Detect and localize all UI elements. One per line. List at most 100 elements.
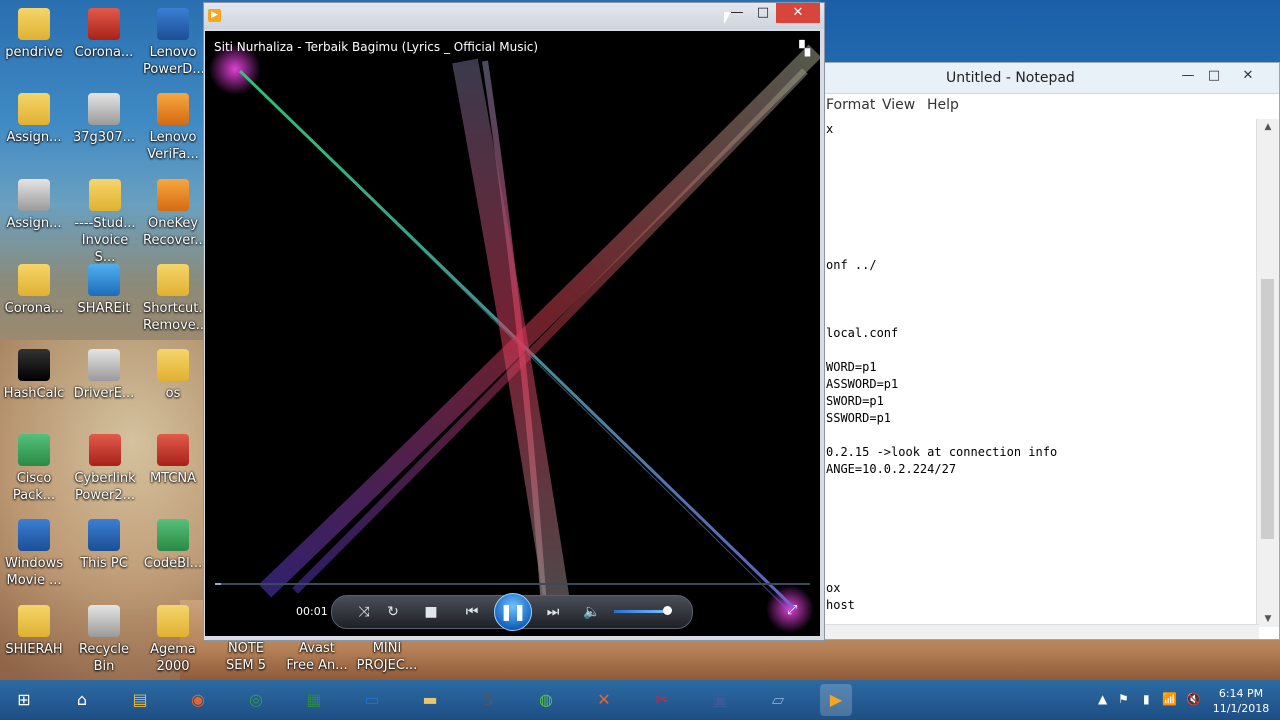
- scroll-down-icon[interactable]: ▼: [1257, 614, 1279, 624]
- desktop-icon-hashcalc[interactable]: HashCalc: [2, 349, 66, 402]
- media-player-icon[interactable]: ▶: [820, 684, 852, 716]
- desktop-icon-student-invoice[interactable]: ----Stud... Invoice S...: [72, 179, 138, 266]
- desktop-icon-agema[interactable]: Agema 2000: [143, 605, 203, 675]
- desktop-icon-windows-movie[interactable]: Windows Movie ...: [2, 519, 66, 589]
- pause-button[interactable]: ❚❚: [494, 593, 532, 631]
- menu-help[interactable]: Help: [927, 97, 959, 113]
- editor-line: ASSWORD=p1: [826, 377, 899, 391]
- editor-line: host: [826, 598, 855, 612]
- desktop-icon-corona-2[interactable]: Corona...: [2, 264, 66, 317]
- notepad-maximize-button[interactable]: □: [1201, 65, 1227, 87]
- editor-line: onf ../: [826, 258, 877, 272]
- desktop-icon-pendrive[interactable]: pendrive: [2, 8, 66, 61]
- seek-bar[interactable]: [215, 583, 810, 585]
- file-explorer-icon[interactable]: ▤: [124, 684, 156, 716]
- notepad-titlebar[interactable]: Untitled - Notepad — □ ✕: [821, 63, 1279, 94]
- notepad-title: Untitled - Notepad: [946, 70, 1075, 86]
- lenovo-power-icon: [157, 8, 189, 40]
- folder-icon: [157, 264, 189, 296]
- show-hidden-icons[interactable]: ▲: [1098, 692, 1107, 706]
- notepad-window[interactable]: Untitled - Notepad — □ ✕ Format View Hel…: [820, 62, 1280, 640]
- chrome-icon[interactable]: ◎: [240, 684, 272, 716]
- clock-date: 11/1/2018: [1212, 702, 1270, 715]
- volume-knob[interactable]: [663, 606, 672, 615]
- notepad-icon[interactable]: ▱: [762, 684, 794, 716]
- desktop-icon-drivere[interactable]: DriverE...: [72, 349, 136, 402]
- mute-icon[interactable]: 🔈: [580, 602, 604, 622]
- desktop-icon-shierah[interactable]: SHIERAH: [2, 605, 66, 658]
- desktop-icon-recycle-bin[interactable]: Recycle Bin: [72, 605, 136, 675]
- visualization-screen[interactable]: Siti Nurhaliza - Terbaik Bagimu (Lyrics …: [205, 31, 820, 636]
- xampp-icon[interactable]: ✕: [588, 684, 620, 716]
- movie-icon: [18, 519, 50, 551]
- desktop-icon-lenovo-powerd[interactable]: Lenovo PowerD...: [143, 8, 205, 78]
- snipping-icon[interactable]: ✂: [646, 684, 678, 716]
- shortcut-icon: [88, 93, 120, 125]
- battery-icon[interactable]: ▮: [1143, 692, 1150, 706]
- taskbar-clock[interactable]: 6:14 PM 11/1/2018: [1212, 686, 1270, 716]
- desktop-icon-shareit[interactable]: SHAREit: [72, 264, 136, 317]
- switch-view-icon[interactable]: ▚: [799, 41, 810, 57]
- menu-view[interactable]: View: [882, 97, 915, 113]
- desktop-icon-os[interactable]: os: [143, 349, 203, 402]
- notepad-menubar: Format View Help: [821, 94, 1279, 118]
- desktop-icon-assign-1[interactable]: Assign...: [2, 93, 66, 146]
- desktop-icon-mtcna[interactable]: MTCNA: [143, 434, 203, 487]
- desktop-icon-this-pc[interactable]: This PC: [72, 519, 136, 572]
- player-maximize-button[interactable]: □: [750, 3, 776, 23]
- scroll-up-icon[interactable]: ▲: [1257, 122, 1279, 132]
- menu-format[interactable]: Format: [826, 97, 875, 113]
- notepad-editor[interactable]: x onf ../ local.conf WORD=p1 ASSWORD=p1 SWORD…: [821, 119, 1257, 627]
- stop-icon[interactable]: ■: [419, 602, 443, 622]
- this-pc-icon: [88, 519, 120, 551]
- shuffle-icon[interactable]: ⤨: [352, 602, 376, 622]
- notepad-minimize-button[interactable]: —: [1175, 65, 1201, 87]
- flag-icon[interactable]: ⚑: [1118, 692, 1129, 706]
- network-icon[interactable]: 📶: [1162, 692, 1177, 706]
- firefox-icon[interactable]: ◉: [182, 684, 214, 716]
- desktop-icon-shortcut-remove[interactable]: Shortcut... Remove...: [143, 264, 211, 334]
- volume-muted-icon[interactable]: 🔇: [1186, 692, 1201, 706]
- media-player-window[interactable]: ▶ — □ ✕ Siti Nurhaliza - Terbaik Bagimu …: [203, 2, 825, 641]
- desktop-icon-corona-1[interactable]: Corona...: [72, 8, 136, 61]
- desktop-icon-assign-2[interactable]: Assign...: [2, 179, 66, 232]
- winrar-icon: [88, 8, 120, 40]
- desktop-icon-codeblocks[interactable]: CodeBl...: [143, 519, 203, 572]
- notepad-close-button[interactable]: ✕: [1235, 65, 1261, 87]
- greenshot-icon[interactable]: ◍: [530, 684, 562, 716]
- windows-start-icon[interactable]: ⊞: [8, 684, 40, 716]
- desktop-icon-cisco[interactable]: Cisco Pack...: [2, 434, 66, 504]
- mouse-pointer: [724, 12, 731, 24]
- notepad-vertical-scrollbar[interactable]: ▲ ▼: [1256, 119, 1279, 627]
- volume-slider[interactable]: [614, 610, 668, 613]
- desktop-icon-lenovo-verifa[interactable]: Lenovo VeriFa...: [143, 93, 203, 163]
- hashcalc-icon: [18, 349, 50, 381]
- desktop-icon-avast[interactable]: Avast Free An...: [284, 640, 350, 674]
- folder-icon: [18, 8, 50, 40]
- folder-icon: [157, 349, 189, 381]
- editor-line: ANGE=10.0.2.224/27: [826, 462, 957, 476]
- repeat-icon[interactable]: ↻: [381, 602, 405, 622]
- editor-line: ox: [826, 581, 841, 595]
- player-titlebar[interactable]: ▶ — □ ✕: [204, 3, 824, 29]
- desktop-icon-37g307[interactable]: 37g307...: [72, 93, 136, 146]
- folder-icon: [18, 605, 50, 637]
- virtualbox-icon[interactable]: ▣: [704, 684, 736, 716]
- desktop-icon-note-sem5[interactable]: NOTE SEM 5: [214, 640, 278, 674]
- previous-icon[interactable]: ⏮: [457, 602, 487, 622]
- player-close-button[interactable]: ✕: [776, 3, 820, 23]
- desktop-icon-cyberlink[interactable]: Cyberlink Power2...: [72, 434, 138, 504]
- switch-to-library-icon[interactable]: ⤢: [787, 603, 797, 618]
- desktop-icon-mini-project[interactable]: MINI PROJEC...: [354, 640, 420, 674]
- scroll-thumb[interactable]: [1261, 279, 1274, 539]
- folder-icon[interactable]: ▬: [414, 684, 446, 716]
- notepad-horizontal-scrollbar[interactable]: [821, 624, 1259, 639]
- next-icon[interactable]: ⏭: [538, 602, 568, 622]
- desktop-icon-onekey[interactable]: OneKey Recover...: [143, 179, 207, 249]
- terminal-icon[interactable]: ▭: [356, 684, 388, 716]
- sublime-icon[interactable]: S: [472, 684, 504, 716]
- home-icon[interactable]: ⌂: [66, 684, 98, 716]
- onekey-icon: [157, 179, 189, 211]
- excel-icon[interactable]: ▦: [298, 684, 330, 716]
- taskbar: ⊞ ⌂ ▤ ◉ ◎ ▦ ▭ ▬ S ◍ ✕ ✂ ▣ ▱ ▶ ▲ ⚑ ▮ 📶 🔇 6:14 PM 11/1/2…: [0, 680, 1280, 720]
